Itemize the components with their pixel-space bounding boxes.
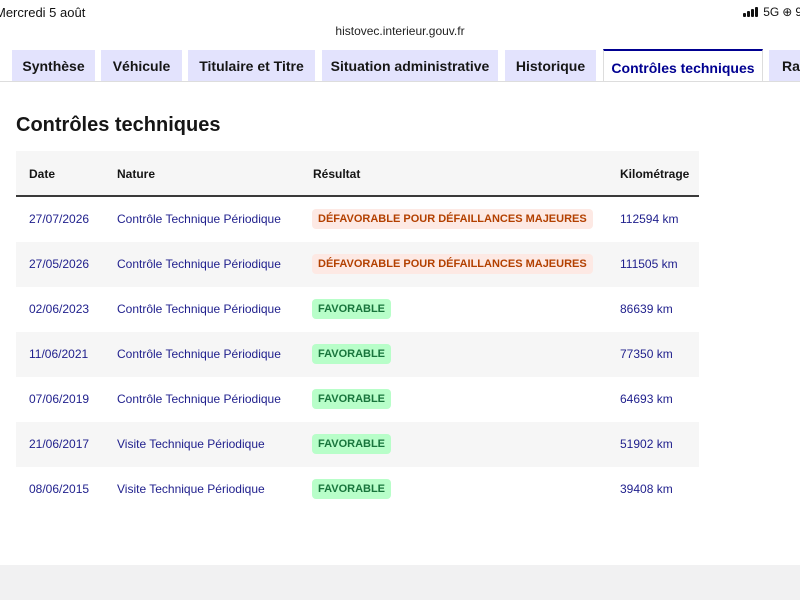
table-row: 08/06/2015 Visite Technique Périodique F…: [16, 467, 699, 512]
signal-icon: [743, 7, 759, 17]
content-panel: Contrôles techniques Date Nature Résulta…: [0, 81, 800, 566]
tab-historique[interactable]: Historique: [505, 50, 596, 82]
cell-km: 112594 km: [620, 212, 679, 226]
header-km: Kilométrage: [620, 167, 690, 181]
tab-synthese[interactable]: Synthèse: [12, 50, 95, 82]
result-badge: DÉFAVORABLE POUR DÉFAILLANCES MAJEURES: [312, 209, 593, 229]
table-row: 27/07/2026 Contrôle Technique Périodique…: [16, 197, 699, 242]
cell-date: 08/06/2015: [29, 482, 90, 496]
cell-nature: Contrôle Technique Périodique: [117, 302, 281, 316]
controls-table: Date Nature Résultat Kilométrage 27/07/2…: [16, 151, 699, 512]
cell-nature: Contrôle Technique Périodique: [117, 347, 281, 361]
address-bar[interactable]: histovec.interieur.gouv.fr: [0, 22, 800, 42]
table-row: 11/06/2021 Contrôle Technique Périodique…: [16, 332, 699, 377]
tab-bar: Synthèse Véhicule Titulaire et Titre Sit…: [0, 42, 800, 82]
cell-km: 64693 km: [620, 392, 673, 406]
network-label: 5G: [763, 5, 780, 19]
cell-nature: Contrôle Technique Périodique: [117, 392, 281, 406]
cell-km: 51902 km: [620, 437, 673, 451]
result-badge: FAVORABLE: [312, 389, 392, 409]
table-header: Date Nature Résultat Kilométrage: [16, 151, 699, 197]
battery-label: 9: [795, 5, 800, 19]
cell-date: 21/06/2017: [29, 437, 90, 451]
table-row: 07/06/2019 Contrôle Technique Périodique…: [16, 377, 699, 422]
table-row: 02/06/2023 Contrôle Technique Périodique…: [16, 287, 699, 332]
header-nature: Nature: [117, 167, 156, 181]
cell-date: 07/06/2019: [29, 392, 90, 406]
cell-nature: Contrôle Technique Périodique: [117, 212, 281, 226]
status-datetime: Mercredi 5 août: [0, 5, 86, 20]
url-text: histovec.interieur.gouv.fr: [335, 24, 465, 38]
table-row: 27/05/2026 Contrôle Technique Périodique…: [16, 242, 699, 287]
cell-date: 11/06/2021: [29, 347, 89, 361]
tab-titulaire-et-titre[interactable]: Titulaire et Titre: [188, 50, 315, 82]
tab-situation-administrative[interactable]: Situation administrative: [322, 50, 498, 82]
result-badge: DÉFAVORABLE POUR DÉFAILLANCES MAJEURES: [312, 254, 593, 274]
header-date: Date: [29, 167, 56, 181]
cell-km: 39408 km: [620, 482, 673, 496]
table-row: 21/06/2017 Visite Technique Périodique F…: [16, 422, 699, 467]
result-badge: FAVORABLE: [312, 479, 392, 499]
cell-km: 77350 km: [620, 347, 673, 361]
result-badge: FAVORABLE: [312, 434, 392, 454]
result-badge: FAVORABLE: [312, 299, 392, 319]
cell-nature: Visite Technique Périodique: [117, 437, 265, 451]
result-badge: FAVORABLE: [312, 344, 392, 364]
status-indicators: 5G ⊕ 9: [743, 5, 800, 19]
cell-date: 27/07/2026: [29, 212, 90, 226]
cell-nature: Visite Technique Périodique: [117, 482, 265, 496]
cell-km: 86639 km: [620, 302, 673, 316]
cell-nature: Contrôle Technique Périodique: [117, 257, 281, 271]
tab-controles-techniques[interactable]: Contrôles techniques: [603, 49, 763, 82]
cell-date: 27/05/2026: [29, 257, 90, 271]
page-background: [0, 565, 800, 600]
page-title: Contrôles techniques: [16, 114, 221, 136]
status-bar: Mercredi 5 août 5G ⊕ 9: [0, 0, 800, 24]
cell-km: 111505 km: [620, 257, 678, 271]
tab-vehicule[interactable]: Véhicule: [101, 50, 182, 82]
cell-date: 02/06/2023: [29, 302, 90, 316]
tab-rapport[interactable]: Rap: [769, 50, 800, 82]
orientation-lock-icon: ⊕: [782, 5, 793, 19]
header-result: Résultat: [313, 167, 361, 181]
